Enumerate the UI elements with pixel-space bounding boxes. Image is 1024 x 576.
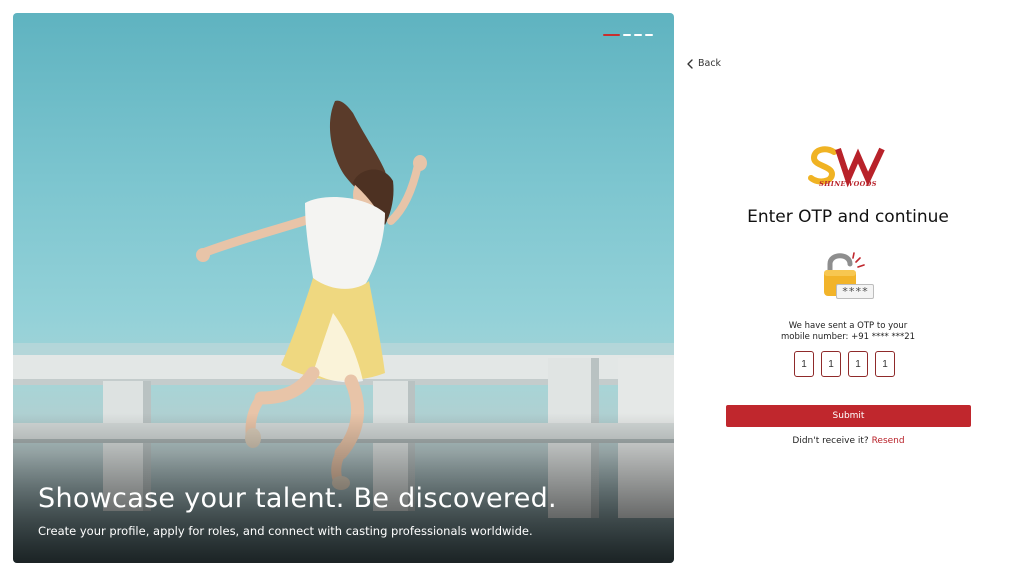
hero-subtitle: Create your profile, apply for roles, an… [38,524,533,538]
otp-input-group [794,351,895,377]
otp-message-line2: mobile number: +91 **** ***21 [780,332,916,342]
carousel-dot-active[interactable] [603,34,620,36]
submit-button[interactable]: Submit [726,405,971,427]
hero-banner: Showcase your talent. Be discovered. Cre… [13,13,674,563]
carousel-indicator [603,34,653,36]
otp-digit-input[interactable] [875,351,895,377]
otp-heading: Enter OTP and continue [747,207,949,227]
resend-prompt: Didn't receive it? Resend [726,436,971,446]
carousel-dot[interactable] [634,34,642,36]
otp-mask-badge: **** [836,284,874,299]
otp-digit-input[interactable] [821,351,841,377]
resend-question: Didn't receive it? [792,436,869,446]
chevron-left-icon [687,58,693,69]
carousel-dot[interactable] [645,34,653,36]
hero-title: Showcase your talent. Be discovered. [38,483,557,514]
back-label: Back [698,58,722,69]
otp-digit-input[interactable] [794,351,814,377]
otp-message: We have sent a OTP to your mobile number… [757,321,939,343]
resend-link[interactable]: Resend [872,436,905,446]
otp-message-line1: We have sent a OTP to your [788,321,908,331]
otp-digit-input[interactable] [848,351,868,377]
logo-wordmark: SHINEWOODS [819,180,877,188]
back-button[interactable]: Back [686,58,721,69]
carousel-dot[interactable] [623,34,631,36]
